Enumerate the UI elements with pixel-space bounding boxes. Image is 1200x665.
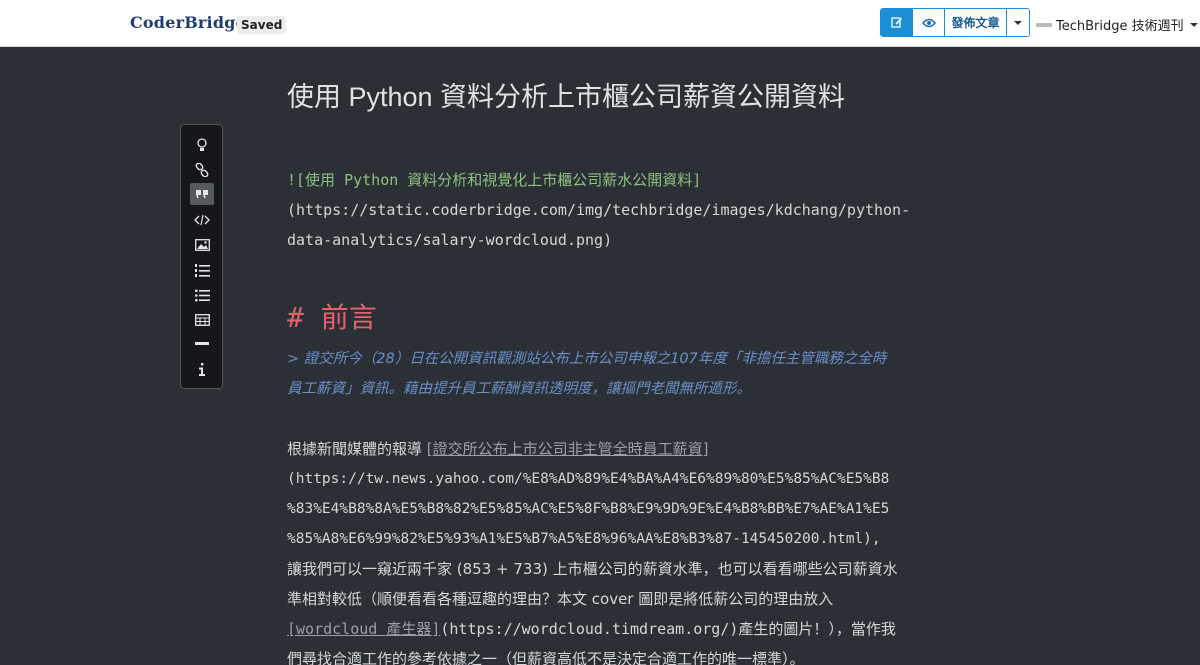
document-title[interactable]: 使用 Python 資料分析上市櫃公司薪資公開資料 [287,80,917,115]
blockquote-line[interactable]: > 證交所今（28）日在公開資訊觀測站公布上市公司申報之107年度「非擔任主管職… [287,344,886,374]
user-name: TechBridge 技術週刊 [1056,19,1184,34]
paragraph-text: (https://wordcloud.timdream.org/)產生的圖片！）… [440,620,896,638]
publish-dropdown-button[interactable] [1007,9,1029,36]
preview-button[interactable] [913,9,945,36]
blockquote-line[interactable]: 員工薪資」資訊。藉由提升員工薪酬資訊透明度，讓摳門老闆無所遁形。 [287,374,751,404]
paragraph-text: 根據新聞媒體的報導 [287,440,427,458]
paragraph-line[interactable]: [wordcloud 產生器](https://wordcloud.timdre… [287,614,896,644]
quote-icon[interactable] [190,183,214,205]
editor-area[interactable]: 使用 Python 資料分析上市櫃公司薪資公開資料 [287,80,917,115]
image-markdown-alt[interactable]: ![使用 Python 資料分析和視覺化上市櫃公司薪水公開資料] [287,165,701,195]
top-bar: CoderBridge Saved 發佈文章 TechBridge 技術週刊 [0,0,1200,47]
saved-status-badge: Saved [237,16,287,34]
image-markdown-url-line[interactable]: data-analytics/salary-wordcloud.png) [287,225,612,255]
link-icon[interactable] [190,159,214,181]
publish-button[interactable]: 發佈文章 [945,9,1007,36]
avatar [1036,22,1052,27]
section-heading[interactable]: # 前言 [287,296,377,336]
paragraph-line[interactable]: 們尋找合適工作的參考依據之一（但薪資高低不是決定合適工作的唯一標準）。 [287,644,805,665]
wordcloud-link[interactable]: [wordcloud 產生器] [287,620,440,638]
logo[interactable]: CoderBridge [130,13,246,32]
caret-down-icon [1014,20,1022,25]
paragraph-line[interactable]: 讓我們可以一窺近兩千家 (853 + 733) 上市櫃公司的薪資水準，也可以看看… [287,554,898,584]
pencil-icon [890,16,902,28]
paragraph-line[interactable]: 根據新聞媒體的報導 [證交所公布上市公司非主管全時員工薪資] [287,434,709,464]
editor-actions: 發佈文章 [880,8,1030,37]
ordered-list-icon[interactable] [190,259,214,281]
formatting-toolbar [180,124,223,389]
image-markdown-url-line[interactable]: (https://static.coderbridge.com/img/tech… [287,195,910,225]
edit-mode-button[interactable] [881,9,913,36]
image-icon[interactable] [190,234,214,256]
paragraph-url-line[interactable]: %85%A8%E6%99%82%E5%93%A1%E5%B7%A5%E8%96%… [287,524,881,554]
user-menu[interactable]: TechBridge 技術週刊 [1036,15,1198,34]
paragraph-line[interactable]: 準相對較低（順便看看各種逗趣的理由？本文 cover 圖即是將低薪公司的理由放入 [287,584,833,614]
horizontal-rule-icon[interactable] [190,333,214,355]
info-icon[interactable] [190,358,214,380]
news-link[interactable]: [證交所公布上市公司非主管全時員工薪資] [427,440,709,458]
paragraph-url-line[interactable]: %83%E4%B8%8A%E5%B8%82%E5%85%AC%E5%8F%B8%… [287,494,889,524]
paragraph-url-line[interactable]: (https://tw.news.yahoo.com/%E8%AD%89%E4%… [287,464,889,494]
table-icon[interactable] [190,309,214,331]
lightbulb-icon[interactable] [190,134,214,156]
caret-down-icon [1189,22,1198,27]
eye-icon [921,18,936,27]
unordered-list-icon[interactable] [190,284,214,306]
code-icon[interactable] [190,209,214,231]
